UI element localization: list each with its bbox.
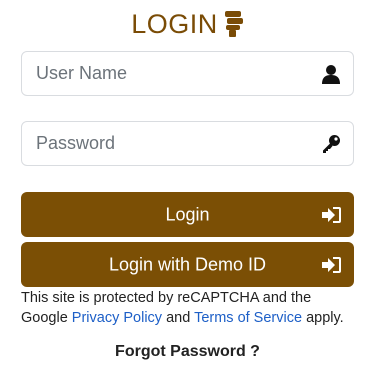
forgot-password-link[interactable]: Forgot Password ? <box>0 343 375 361</box>
login-button-label: Login <box>165 204 210 224</box>
username-input[interactable] <box>22 52 353 95</box>
page-title: LOGIN <box>131 8 218 39</box>
username-field-wrapper <box>21 51 354 96</box>
demo-login-button-label: Login with Demo ID <box>108 254 267 274</box>
key-icon <box>321 134 341 154</box>
login-header: LOGIN <box>0 6 375 42</box>
sign-in-icon <box>322 206 342 224</box>
recaptcha-apply-text: apply. <box>306 310 344 326</box>
password-input[interactable] <box>22 122 353 165</box>
demo-login-button[interactable]: Login with Demo ID <box>21 242 354 287</box>
login-page: LOGIN Login <box>0 0 375 366</box>
password-field-wrapper <box>21 121 354 166</box>
login-button[interactable]: Login <box>21 192 354 237</box>
recaptcha-and-text: and <box>166 310 191 326</box>
sign-in-icon <box>322 256 342 274</box>
recaptcha-notice: This site is protected by reCAPTCHA and … <box>21 288 361 328</box>
thumbs-up-icon <box>224 11 244 37</box>
user-icon <box>321 64 341 84</box>
privacy-policy-link[interactable]: Privacy Policy <box>72 310 162 326</box>
terms-of-service-link[interactable]: Terms of Service <box>194 310 302 326</box>
